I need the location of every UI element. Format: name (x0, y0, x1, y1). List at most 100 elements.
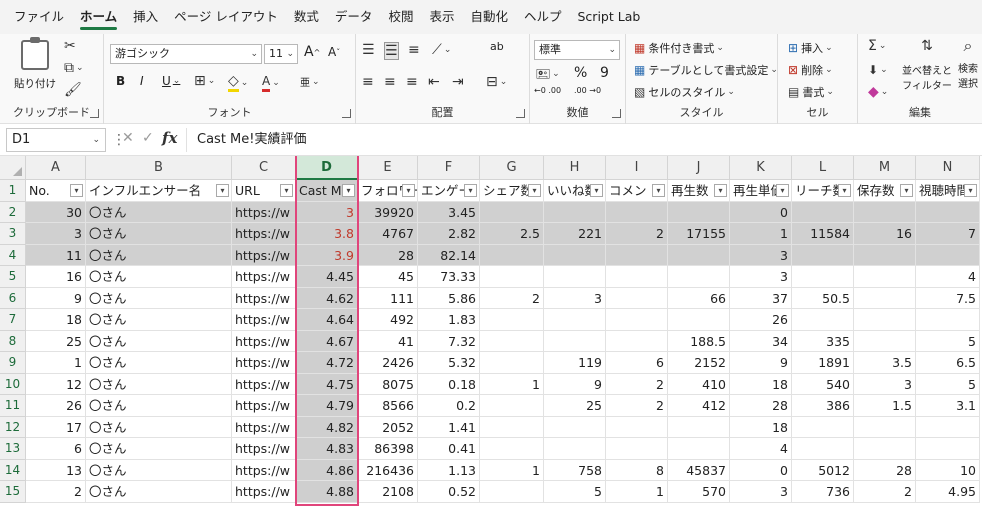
header-cell[interactable]: インフルエンサー名 ▾ (86, 180, 232, 202)
merge-center-button[interactable]: ⊟ ⌄ (486, 74, 507, 90)
cell-b9[interactable]: 〇さん (86, 352, 232, 374)
grow-font-button[interactable]: A ^ (304, 44, 320, 60)
cell-e14[interactable]: 216436 (358, 459, 418, 481)
cell-d14[interactable]: 4.86 (296, 459, 358, 481)
cell-i7[interactable] (606, 309, 668, 331)
cell-d13[interactable]: 4.83 (296, 438, 358, 460)
phonetic-button[interactable]: 亜 ⌄ (300, 74, 320, 90)
cell-a4[interactable]: 11 (26, 244, 86, 266)
column-header-d[interactable]: D (296, 156, 358, 180)
cell-b7[interactable]: 〇さん (86, 309, 232, 331)
cell-j12[interactable] (668, 416, 730, 438)
underline-button[interactable]: U ⌄ (162, 74, 180, 88)
filter-dropdown-icon[interactable]: ▾ (342, 184, 355, 197)
cell-e7[interactable]: 492 (358, 309, 418, 331)
fill-button[interactable]: ⬇ ⌄ (868, 62, 888, 78)
currency-button[interactable]: 🖭 ⌄ (536, 66, 560, 82)
select-all-button[interactable] (0, 156, 26, 180)
cell-h14[interactable]: 758 (544, 459, 606, 481)
cell-h3[interactable]: 221 (544, 223, 606, 245)
row-header[interactable]: 8 (0, 330, 26, 352)
menu-item-2[interactable]: 挿入 (125, 0, 166, 34)
row-header[interactable]: 4 (0, 244, 26, 266)
cell-f5[interactable]: 73.33 (418, 266, 480, 288)
autosum-button[interactable]: Σ ⌄ (868, 38, 886, 54)
cell-m2[interactable] (854, 201, 916, 223)
cell-m5[interactable] (854, 266, 916, 288)
cell-a10[interactable]: 12 (26, 373, 86, 395)
cell-e13[interactable]: 86398 (358, 438, 418, 460)
bottom-align-button[interactable]: ≡ (408, 42, 420, 58)
cell-d10[interactable]: 4.75 (296, 373, 358, 395)
cell-k13[interactable]: 4 (730, 438, 792, 460)
number-format-select[interactable]: 標準 ⌄ (534, 40, 620, 60)
cell-i2[interactable] (606, 201, 668, 223)
cell-g13[interactable] (480, 438, 544, 460)
cell-i8[interactable] (606, 330, 668, 352)
filter-dropdown-icon[interactable]: ▾ (652, 184, 665, 197)
find-select-button[interactable]: ⌕ 検索 選択 (958, 38, 978, 91)
cell-d15[interactable]: 4.88 (296, 481, 358, 503)
cell-n12[interactable] (916, 416, 980, 438)
cell-a9[interactable]: 1 (26, 352, 86, 374)
cell-h13[interactable] (544, 438, 606, 460)
header-cell[interactable]: 再生単価 ▾ (730, 180, 792, 202)
cell-i10[interactable]: 2 (606, 373, 668, 395)
cell-d5[interactable]: 4.45 (296, 266, 358, 288)
insert-cells-button[interactable]: ⊞ 挿入 ⌄ (788, 40, 833, 56)
cell-d11[interactable]: 4.79 (296, 395, 358, 417)
cell-m6[interactable] (854, 287, 916, 309)
row-header[interactable]: 6 (0, 287, 26, 309)
cell-e12[interactable]: 2052 (358, 416, 418, 438)
row-header[interactable]: 12 (0, 416, 26, 438)
column-header-m[interactable]: M (854, 156, 916, 180)
cell-l10[interactable]: 540 (792, 373, 854, 395)
row-header[interactable]: 7 (0, 309, 26, 331)
paste-button[interactable]: 貼り付け (14, 37, 56, 91)
cell-n7[interactable] (916, 309, 980, 331)
percent-button[interactable]: % (574, 65, 587, 81)
cell-d6[interactable]: 4.62 (296, 287, 358, 309)
format-painter-button[interactable]: 🖌 (64, 82, 82, 98)
cell-m4[interactable] (854, 244, 916, 266)
row-header[interactable]: 15 (0, 481, 26, 503)
top-align-button[interactable]: ☰ (362, 42, 375, 58)
cell-j15[interactable]: 570 (668, 481, 730, 503)
row-header[interactable]: 11 (0, 395, 26, 417)
cell-i9[interactable]: 6 (606, 352, 668, 374)
menu-item-4[interactable]: 数式 (286, 0, 327, 34)
column-header-f[interactable]: F (418, 156, 480, 180)
header-cell[interactable]: 保存数 ▾ (854, 180, 916, 202)
cell-h7[interactable] (544, 309, 606, 331)
cell-n3[interactable]: 7 (916, 223, 980, 245)
cell-h2[interactable] (544, 201, 606, 223)
cell-m13[interactable] (854, 438, 916, 460)
cell-j5[interactable] (668, 266, 730, 288)
header-cell[interactable]: No. ▾ (26, 180, 86, 202)
font-size-select[interactable]: 11 ⌄ (264, 44, 298, 64)
menu-item-8[interactable]: 自動化 (462, 0, 516, 34)
cell-k3[interactable]: 1 (730, 223, 792, 245)
comma-button[interactable]: 9 (600, 65, 609, 81)
orientation-button[interactable]: ⟋ ⌄ (432, 42, 451, 58)
cell-j7[interactable] (668, 309, 730, 331)
cell-g12[interactable] (480, 416, 544, 438)
cell-f14[interactable]: 1.13 (418, 459, 480, 481)
cell-m9[interactable]: 3.5 (854, 352, 916, 374)
cell-l6[interactable]: 50.5 (792, 287, 854, 309)
cell-j11[interactable]: 412 (668, 395, 730, 417)
cell-g11[interactable] (480, 395, 544, 417)
cell-l9[interactable]: 1891 (792, 352, 854, 374)
cell-a12[interactable]: 17 (26, 416, 86, 438)
cell-c13[interactable]: https://w (232, 438, 296, 460)
column-header-l[interactable]: L (792, 156, 854, 180)
dialog-launcher-icon[interactable] (516, 109, 525, 118)
cell-j4[interactable] (668, 244, 730, 266)
cell-b11[interactable]: 〇さん (86, 395, 232, 417)
formula-input[interactable]: Cast Me!実績評価 (186, 128, 978, 152)
column-header-e[interactable]: E (358, 156, 418, 180)
cell-c15[interactable]: https://w (232, 481, 296, 503)
cell-k15[interactable]: 3 (730, 481, 792, 503)
cell-j2[interactable] (668, 201, 730, 223)
cell-f15[interactable]: 0.52 (418, 481, 480, 503)
